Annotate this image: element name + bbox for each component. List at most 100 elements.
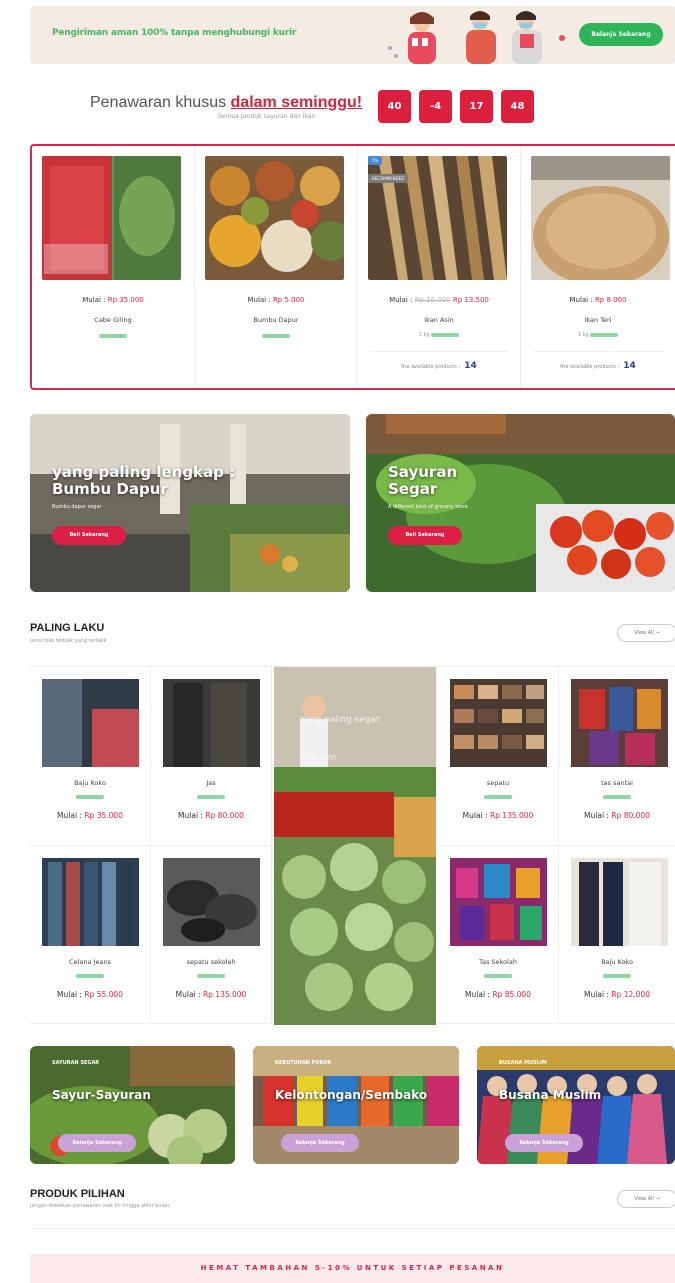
countdown-seconds: 48 (501, 90, 534, 123)
banner-busana[interactable]: BUSANA MUSLIM Busana Muslim Belanja Seka… (477, 1046, 675, 1164)
product-card[interactable]: Baju Koko Mulai : Rp 35.000 (30, 667, 151, 846)
available-products: the available products :14 (533, 351, 663, 371)
stock-bar (76, 974, 104, 978)
countdown-minutes: 17 (460, 90, 493, 123)
product-card[interactable]: Baju Koko Mulai : Rp 12.000 (559, 846, 675, 1025)
divider (30, 1228, 675, 1229)
deal-name: Ikan Asin (424, 316, 454, 324)
center-image-text-2: Kita sen (300, 753, 337, 763)
promo-text: Pengiriman aman 100% tanpa menghubungi k… (52, 28, 297, 38)
stock-bar (484, 974, 512, 978)
shop-now-button[interactable]: Belanja Sekarang (505, 1134, 583, 1152)
shop-now-button[interactable]: Belanja Sekarang (579, 23, 663, 46)
stock-bar (603, 795, 631, 799)
countdown-hours: -4 (419, 90, 452, 123)
section-title: PALING LAKU (30, 622, 105, 634)
product-name: sepatu sekolah (186, 958, 236, 966)
stock-info: 1 kg (358, 332, 520, 338)
view-all-button-picked[interactable]: View All → (617, 1190, 675, 1208)
center-image-text: Yang paling segar (300, 715, 380, 725)
shop-now-button[interactable]: Belanja Sekarang (58, 1134, 136, 1152)
product-price: Mulai : Rp 12.000 (584, 990, 650, 999)
deal-price: Mulai : Rp 5.000 (247, 296, 305, 304)
product-image (571, 858, 668, 946)
product-card[interactable]: Tas Sekolah Mulai : Rp 85.000 (438, 846, 559, 1025)
product-price: Mulai : Rp 85.000 (465, 990, 531, 999)
banner-title: Sayur-Sayuran (52, 1088, 151, 1102)
product-image (42, 858, 139, 946)
deal-name: Bumbu Dapur (253, 316, 299, 324)
deal-card[interactable]: Mulai : Rp 8.000 Ikan Teri 1 kg the avai… (521, 146, 675, 388)
product-image (163, 679, 260, 767)
stock-bar (99, 334, 127, 338)
product-card[interactable]: sepatu sekolah Mulai : Rp 135.000 (151, 846, 272, 1025)
deal-image (42, 156, 181, 280)
stock-bar (262, 334, 290, 338)
banner-title: Kelontongan/Sembako (275, 1088, 428, 1102)
market-hall-image (30, 414, 350, 592)
category-banner-sayuran[interactable]: Sayuran Segar A different kind of grocery… (366, 414, 675, 592)
product-grid: Baju Koko Mulai : Rp 35.000 Jas Mulai : … (30, 666, 675, 1025)
banner-title: Busana Muslim (499, 1088, 602, 1102)
section-subtitle: Jenis toko terbaik yang terbaik (30, 638, 107, 644)
shoppers-illustration (388, 11, 565, 64)
shop-now-button[interactable]: Belanja Sekarang (281, 1134, 359, 1152)
product-name: Baju Koko (74, 779, 106, 787)
discount-badge: 5% (368, 156, 383, 165)
recommended-badge: RECOMMENDED (368, 174, 409, 183)
deal-card[interactable]: Mulai : Rp 5.000 Bumbu Dapur (195, 146, 358, 388)
category-title: yang paling lengkap : Bumbu Dapur (52, 463, 236, 498)
banner-tag: KEBUTUHAN POKOK (275, 1060, 332, 1066)
banner-tag: SAYURAN SEGAR (52, 1060, 100, 1066)
buy-now-button[interactable]: Beli Sekarang (388, 526, 462, 545)
product-name: Jas (206, 779, 216, 787)
category-subtitle: A different kind of grocery store (388, 504, 468, 510)
stock-info: 1 kg (521, 332, 675, 338)
deal-image (531, 156, 670, 280)
deal-name: Ikan Teri (584, 316, 612, 324)
deal-price: Mulai : Rp 8.000 (569, 296, 627, 304)
banner-kelontong[interactable]: KEBUTUHAN POKOK Kelontongan/Sembako Bela… (253, 1046, 459, 1164)
offer-highlight: dalam seminggu! (230, 94, 363, 111)
product-card[interactable]: sepatu Mulai : Rp 135.000 (438, 667, 559, 846)
stock-bar (484, 795, 512, 799)
available-products: the available products :14 (370, 351, 508, 371)
category-title: Sayuran Segar (388, 463, 458, 498)
product-price: Mulai : Rp 35.000 (57, 811, 123, 820)
deal-card[interactable]: Mulai : Rp 35.000 Cabe Giling (32, 146, 195, 388)
product-card[interactable]: Jas Mulai : Rp 80.000 (151, 667, 272, 846)
deal-card[interactable]: 5% RECOMMENDED Mulai : Rp 16.000 Rp 13.5… (358, 146, 521, 388)
countdown-days: 40 (378, 90, 411, 123)
promo-banner: Pengiriman aman 100% tanpa menghubungi k… (30, 6, 675, 64)
product-name: tas santai (601, 779, 633, 787)
offer-subtitle: Semua produk sayuran dan ikan (218, 113, 316, 120)
banner-sayur[interactable]: SAYURAN SEGAR Sayur-Sayuran Belanja Seka… (30, 1046, 235, 1164)
product-image (450, 679, 547, 767)
product-name: sepatu (486, 779, 510, 787)
banner-tag: BUSANA MUSLIM (499, 1060, 547, 1066)
offer-heading: Penawaran khusus dalam seminggu! (90, 94, 362, 112)
vegetables-image (366, 414, 675, 592)
stock-bar (603, 974, 631, 978)
product-image (42, 679, 139, 767)
deal-name: Cabe Giling (94, 316, 132, 324)
deals-panel: Mulai : Rp 35.000 Cabe Giling Mulai : Rp… (30, 144, 675, 390)
product-price: Mulai : Rp 135.000 (175, 990, 247, 999)
product-price: Mulai : Rp 55.000 (57, 990, 123, 999)
product-price: Mulai : Rp 80.000 (584, 811, 650, 820)
category-subtitle: Bumbu dapur segar (52, 504, 102, 510)
view-all-button[interactable]: View All → (617, 624, 675, 642)
product-name: Celana Jeans (69, 958, 111, 966)
product-card[interactable]: tas santai Mulai : Rp 80.000 (559, 667, 675, 846)
stock-bar (76, 795, 104, 799)
product-card[interactable]: Celana Jeans Mulai : Rp 55.000 (30, 846, 151, 1025)
deal-price: Mulai : Rp 16.000 Rp 13.500 (389, 296, 489, 304)
product-price: Mulai : Rp 135.000 (462, 811, 534, 820)
buy-now-button[interactable]: Beli Sekarang (52, 526, 126, 545)
stock-bar (197, 795, 225, 799)
stock-bar (197, 974, 225, 978)
deal-price: Mulai : Rp 35.000 (82, 296, 144, 304)
product-price: Mulai : Rp 80.000 (178, 811, 244, 820)
category-banner-bumbu[interactable]: yang paling lengkap : Bumbu Dapur Bumbu d… (30, 414, 350, 592)
product-image (163, 858, 260, 946)
